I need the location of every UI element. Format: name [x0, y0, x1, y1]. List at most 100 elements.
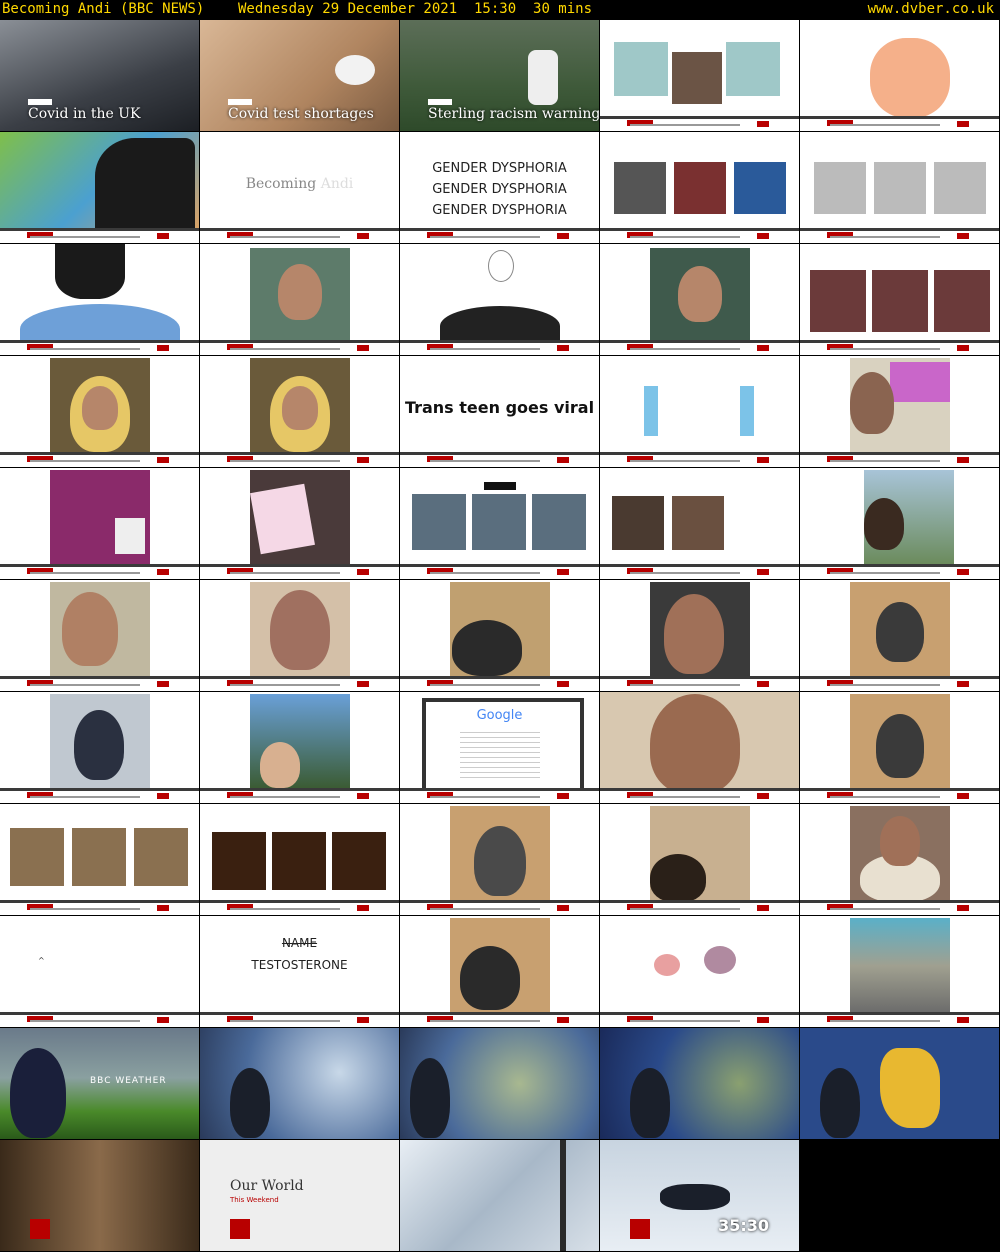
thumbnail-andi-closeup[interactable] [600, 580, 799, 691]
thumbnail-yellow-hoodie[interactable] [0, 356, 199, 467]
bbc-logo [228, 99, 252, 105]
thumbnail-andi-room[interactable] [800, 580, 999, 691]
thumbnail-back-of-head[interactable] [0, 244, 199, 355]
thumbnail-blank[interactable]: ^ [0, 916, 199, 1027]
frame [272, 832, 326, 890]
thumbnail-animated-figures[interactable] [600, 356, 799, 467]
thumbnail-andi-speaking[interactable] [0, 580, 199, 691]
face [460, 946, 520, 1010]
player [528, 50, 558, 105]
thumbnail-andi-room[interactable] [400, 916, 599, 1027]
thumbnail-grey-panels[interactable] [800, 132, 999, 243]
thumbnail-name-testosterone[interactable]: NAME TESTOSTERONE [200, 916, 399, 1027]
thumbnail-title-card[interactable]: Becoming Andi [200, 132, 399, 243]
thumbnail-painting[interactable] [0, 132, 199, 243]
thumbnail-gender-dysphoria[interactable]: GENDER DYSPHORIA GENDER DYSPHORIA GENDER… [400, 132, 599, 243]
news-ticker [400, 340, 599, 355]
thumbnail-news-photos[interactable] [600, 132, 799, 243]
thumbnail-graduation[interactable] [400, 468, 599, 579]
promo-title: Our World [230, 1178, 304, 1194]
news-ticker [600, 452, 799, 467]
thumbnail-google-search[interactable]: Google [400, 692, 599, 803]
thumbnail-andi-cap[interactable] [200, 580, 399, 691]
news-ticker [800, 900, 999, 915]
news-ticker [0, 228, 199, 243]
thumbnail-andi-sign[interactable] [800, 356, 999, 467]
thumbnail-weather-map[interactable] [400, 1028, 599, 1139]
google-logo: Google [476, 708, 523, 723]
news-ticker [400, 452, 599, 467]
thumbnail-snow[interactable] [400, 1140, 599, 1251]
thumbnail-dim-room[interactable] [600, 804, 799, 915]
thumbnail-weather-intro[interactable]: BBC WEATHER [0, 1028, 199, 1139]
face [270, 590, 330, 670]
hair [55, 244, 125, 299]
thumbnail-weather-uk-map[interactable] [800, 1028, 999, 1139]
frame [212, 832, 266, 890]
thumbnail-certificate[interactable] [200, 468, 399, 579]
andi-sign [890, 362, 950, 402]
thumbnail-andi-tank[interactable] [0, 692, 199, 803]
thumbnail-three-video-frames[interactable] [0, 804, 199, 915]
thumbnail-drawing-figure[interactable] [800, 20, 999, 131]
thumbnail-weather-map[interactable] [200, 1028, 399, 1139]
thumbnail-street-canopy[interactable] [800, 916, 999, 1027]
photo [532, 494, 586, 550]
title-part: Becoming [245, 176, 321, 192]
face [474, 826, 526, 896]
thumbnail-two-photos[interactable] [600, 468, 799, 579]
news-ticker [400, 788, 599, 803]
news-ticker [600, 788, 799, 803]
thumbnail-andi-headphones[interactable] [400, 804, 599, 915]
thumbnail-covid-uk[interactable]: Covid in the UK [0, 20, 199, 131]
thumbnail-three-faces[interactable] [600, 20, 799, 131]
face [62, 592, 118, 666]
thumbnail-christmas-trees[interactable] [200, 804, 399, 915]
news-ticker [600, 564, 799, 579]
thumbnail-yellow-hoodie[interactable] [200, 356, 399, 467]
search-results [460, 728, 540, 778]
thumbnail-andi-video[interactable] [200, 244, 399, 355]
thumbnail-weather-map[interactable] [600, 1028, 799, 1139]
presenter [10, 1048, 66, 1138]
video-frame [850, 918, 950, 1014]
bbc-news-logo [30, 1219, 50, 1239]
thumbnail-promo-face[interactable] [0, 1140, 199, 1251]
news-ticker [200, 900, 399, 915]
caption: Covid test shortages [228, 106, 374, 122]
frame [332, 832, 386, 890]
news-ticker [800, 1012, 999, 1027]
certificate [250, 483, 315, 555]
presenter [410, 1058, 450, 1138]
news-ticker [400, 676, 599, 691]
face [880, 816, 920, 866]
news-ticker [600, 116, 799, 131]
thumbnail-headline[interactable]: Trans teen goes viral [400, 356, 599, 467]
figure [740, 386, 754, 436]
thumbnail-andi-fleece[interactable] [800, 804, 999, 915]
struck-word: NAME [281, 936, 318, 950]
sketch-figure [870, 38, 950, 118]
thumbnail-our-world[interactable]: Our World This Weekend [200, 1140, 399, 1251]
news-ticker [400, 228, 599, 243]
thumbnail-outdoor-selfie[interactable] [800, 468, 999, 579]
thumbnail-lightbulb[interactable] [400, 244, 599, 355]
thumbnail-covid-test[interactable]: Covid test shortages [200, 20, 399, 131]
text-line: GENDER DYSPHORIA [432, 182, 567, 197]
thumbnail-andi-room[interactable] [800, 692, 999, 803]
frame [134, 828, 188, 886]
thumbnail-flowers[interactable] [600, 916, 799, 1027]
thumbnail-friends[interactable] [200, 692, 399, 803]
gender-dysphoria-text: GENDER DYSPHORIA GENDER DYSPHORIA GENDER… [400, 158, 599, 221]
thumbnail-three-frames[interactable] [800, 244, 999, 355]
site-link[interactable]: www.dvber.co.uk [868, 0, 994, 19]
thumbnail-bedroom-wall[interactable] [0, 468, 199, 579]
thumbnail-andi-glasses[interactable] [600, 692, 799, 803]
title-card: Becoming Andi [200, 176, 399, 192]
face [650, 694, 740, 794]
promo-subtitle: This Weekend [230, 1196, 279, 1204]
thumbnail-andi-hat[interactable] [400, 580, 599, 691]
thumbnail-sterling[interactable]: Sterling racism warning [400, 20, 599, 131]
thumbnail-andi-video[interactable] [600, 244, 799, 355]
thumbnail-helicopter[interactable]: 35:30 [600, 1140, 799, 1251]
